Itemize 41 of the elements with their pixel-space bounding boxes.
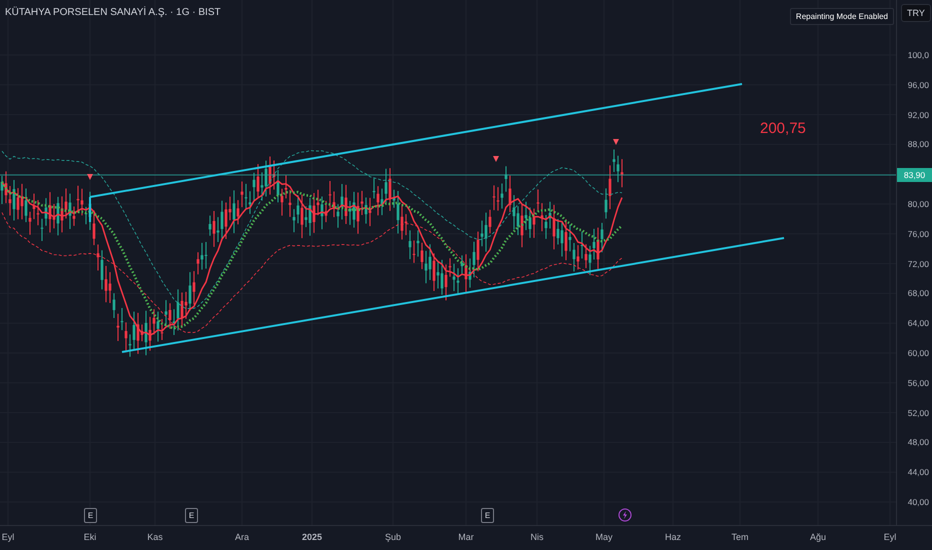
price-label: 68,00 <box>908 288 929 298</box>
time-label: May <box>596 532 612 542</box>
channel-edge-line <box>89 197 91 222</box>
time-label: Şub <box>385 532 401 542</box>
price-label: 52,00 <box>908 408 929 418</box>
price-label: 64,00 <box>908 318 929 328</box>
price-label: 40,00 <box>908 497 929 507</box>
price-label: 56,00 <box>908 378 929 388</box>
triangle-marker-icon <box>493 156 499 162</box>
price-label: 88,00 <box>908 139 929 150</box>
time-label: Eyl <box>884 532 896 542</box>
time-label: Eki <box>84 532 96 542</box>
price-label: 96,00 <box>908 80 929 90</box>
time-label: Haz <box>665 532 681 542</box>
triangle-marker-icon <box>613 139 619 145</box>
time-label: 2025 <box>302 532 322 542</box>
currency-button[interactable]: TRY <box>901 4 931 22</box>
lightning-icon[interactable] <box>618 508 632 522</box>
price-label: 60,00 <box>908 348 929 358</box>
time-label: Eyl <box>2 532 14 542</box>
chart-title: KÜTAHYA PORSELEN SANAYİ A.Ş. · 1G · BIST <box>5 7 221 18</box>
time-label: Ara <box>235 532 249 542</box>
price-label: 92,00 <box>908 110 929 120</box>
time-label: Tem <box>732 532 748 542</box>
current-price-label: 83,90 <box>897 168 932 182</box>
price-label: 48,00 <box>908 437 929 448</box>
price-label: 72,00 <box>908 258 929 269</box>
price-label: 80,00 <box>908 199 929 209</box>
price-annotation: 200,75 <box>760 120 806 137</box>
triangle-marker-icon <box>87 174 93 180</box>
price-label: 100,0 <box>908 50 929 60</box>
earnings-marker[interactable]: E <box>84 508 97 523</box>
price-label: 76,00 <box>908 228 929 239</box>
earnings-marker[interactable]: E <box>185 508 198 523</box>
time-label: Nis <box>530 532 544 542</box>
mode-badge: Repainting Mode Enabled <box>790 8 894 25</box>
time-label: Mar <box>458 532 474 542</box>
earnings-marker[interactable]: E <box>481 508 494 523</box>
time-label: Kas <box>147 532 163 542</box>
time-label: Ağu <box>810 532 826 542</box>
price-label: 44,00 <box>908 467 929 478</box>
